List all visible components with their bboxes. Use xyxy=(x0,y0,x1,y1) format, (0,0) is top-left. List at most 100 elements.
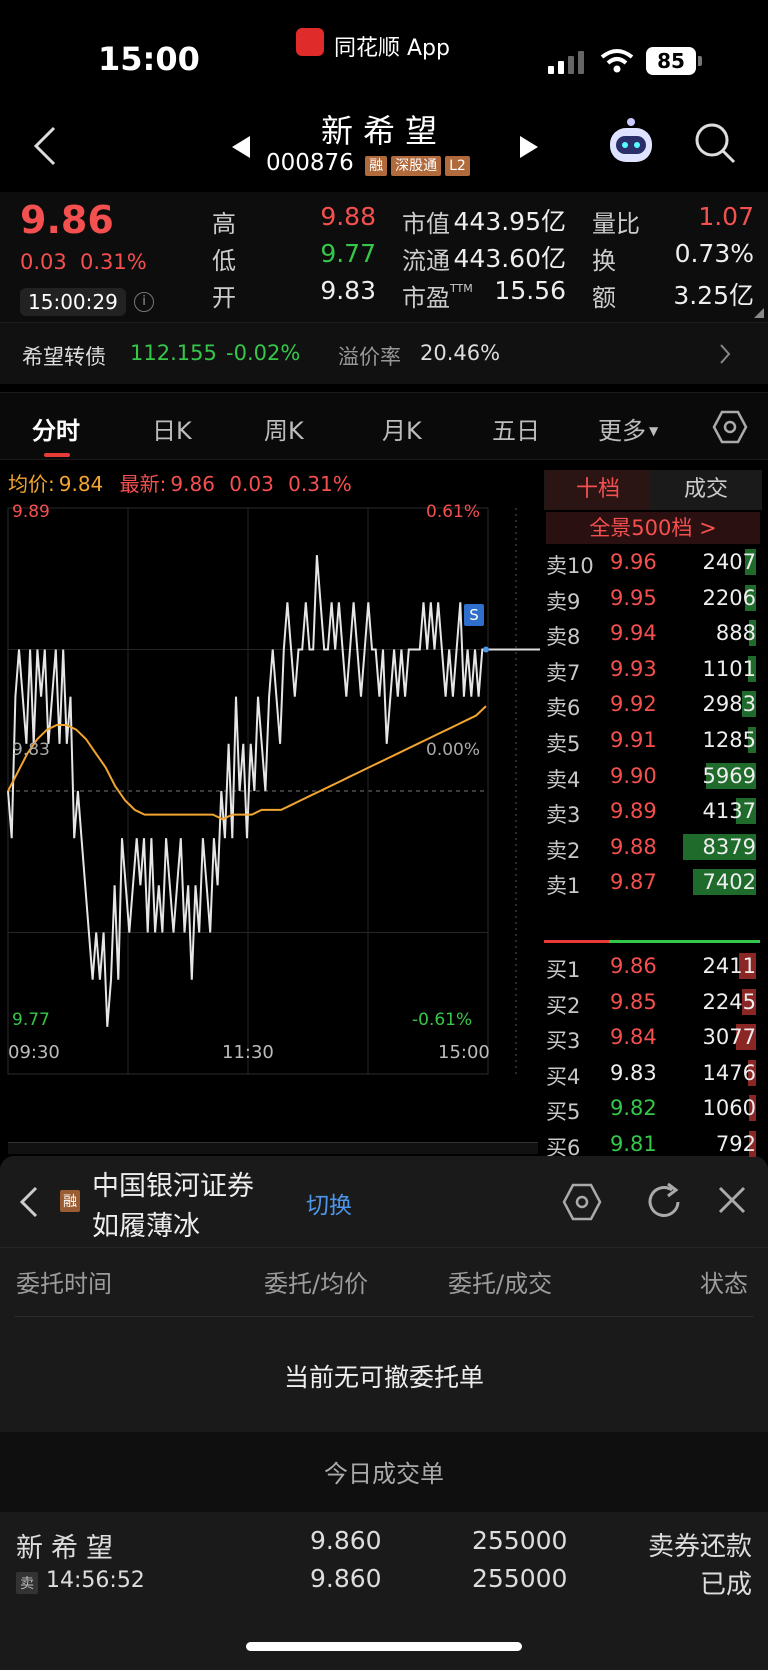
last-price-dot xyxy=(483,646,489,653)
badge-margin: 融 xyxy=(365,156,388,176)
level-label: 卖7 xyxy=(546,660,581,685)
tab-intraday[interactable]: 分时 xyxy=(32,411,80,446)
tab-weekly-k[interactable]: 周K xyxy=(264,411,304,446)
status-bar: 15:00 同花顺 App 85 xyxy=(0,0,768,100)
orderbook-ask-row[interactable]: 卖3 9.89 4137 xyxy=(544,793,760,828)
switch-account-button[interactable]: 切换 xyxy=(306,1186,352,1220)
orderbook-bid-row[interactable]: 买3 9.84 3077 xyxy=(544,1019,760,1054)
trade-order-price: 9.860 xyxy=(310,1526,382,1555)
tab-more[interactable]: 更多 ▼ xyxy=(598,411,658,446)
amount-value: 3.25亿 xyxy=(673,281,754,310)
stock-name: 新希望 xyxy=(320,112,447,150)
level-label: 卖4 xyxy=(546,767,581,792)
prev-stock-icon[interactable] xyxy=(230,134,252,160)
tab-active-indicator xyxy=(44,453,70,457)
orderbook-ask-row[interactable]: 卖10 9.96 2407 xyxy=(544,544,760,579)
y-axis-min-label: 9.77 xyxy=(12,1010,50,1030)
orderbook-ask-row[interactable]: 卖1 9.87 7402 xyxy=(544,864,760,899)
tab-daily-k[interactable]: 日K xyxy=(152,411,192,446)
orderbook-tab-trades[interactable]: 成交 xyxy=(650,470,762,510)
y-axis-right-min-label: -0.61% xyxy=(412,1010,473,1030)
account-name: 如履薄冰 xyxy=(92,1211,200,1242)
y-axis-max-label: 9.89 xyxy=(12,502,50,522)
trade-order-qty: 255000 xyxy=(472,1526,568,1555)
today-trades-title: 今日成交单 xyxy=(324,1460,444,1488)
tab-five-day[interactable]: 五日 xyxy=(492,411,540,446)
level-price: 9.93 xyxy=(610,656,657,681)
price-change-pct: 0.31% xyxy=(80,250,147,274)
market-cap-value: 443.95亿 xyxy=(453,207,566,236)
chart-settings-hexagon-icon[interactable] xyxy=(712,409,748,445)
low-label: 低 xyxy=(212,247,236,275)
panorama-500-banner[interactable]: 全景500档 > xyxy=(546,512,760,544)
assistant-robot-icon[interactable] xyxy=(606,116,656,168)
orderbook-ask-row[interactable]: 卖6 9.92 2983 xyxy=(544,686,760,721)
orderbook-bid-row[interactable]: 买2 9.85 2245 xyxy=(544,984,760,1019)
refresh-icon[interactable] xyxy=(644,1182,684,1222)
tab-monthly-k[interactable]: 月K xyxy=(382,411,422,446)
status-time: 15:00 xyxy=(98,40,200,78)
level-price: 9.91 xyxy=(610,728,657,752)
back-icon[interactable] xyxy=(30,124,60,168)
info-icon[interactable]: i xyxy=(134,292,154,312)
stock-code: 000876 xyxy=(266,150,354,176)
level-volume: 2407 xyxy=(702,550,756,574)
badge-shenzhen-connect: 深股通 xyxy=(391,156,442,176)
convertible-bond-row[interactable]: 希望转债 112.155 -0.02% 溢价率 20.46% xyxy=(0,322,768,384)
turnover-label: 换 xyxy=(592,247,616,275)
level-volume: 5969 xyxy=(702,763,756,788)
panorama-500-label: 全景500档 > xyxy=(589,516,717,540)
latest-pct: 0.31% xyxy=(288,472,352,496)
level-volume: 2245 xyxy=(702,989,756,1014)
orderbook-ask-row[interactable]: 卖4 9.90 5969 xyxy=(544,758,760,793)
latest-change: 0.03 xyxy=(229,472,274,496)
settings-hexagon-icon[interactable] xyxy=(562,1182,602,1222)
stock-code-line: 000876 融深股通 L2 xyxy=(266,150,470,176)
home-indicator xyxy=(246,1642,522,1651)
volume-ratio-value: 1.07 xyxy=(698,202,754,231)
x-axis-open-label: 09:30 xyxy=(8,1042,60,1063)
signal-s-marker[interactable]: S xyxy=(464,604,484,626)
y-axis-right-max-label: 0.61% xyxy=(426,502,481,522)
app-name: 同花顺 App xyxy=(334,36,450,61)
trade-filled-qty: 255000 xyxy=(472,1564,568,1593)
level-volume: 7402 xyxy=(702,870,756,895)
orderbook-ask-row[interactable]: 卖2 9.88 8379 xyxy=(544,829,760,864)
level-label: 卖6 xyxy=(546,696,581,721)
chart-period-tabs: 分时 日K 周K 月K 五日 更多 ▼ xyxy=(0,392,768,460)
search-icon[interactable] xyxy=(692,120,738,166)
level-volume: 2983 xyxy=(702,692,756,717)
orderbook-bid-row[interactable]: 买5 9.82 1060 xyxy=(544,1090,760,1125)
back-icon[interactable] xyxy=(18,1184,40,1220)
intraday-chart[interactable] xyxy=(0,500,544,1080)
app-logo-icon xyxy=(296,28,324,56)
level-volume: 4137 xyxy=(702,799,756,824)
orderbook-ask-row[interactable]: 卖8 9.94 888 xyxy=(544,615,760,650)
close-icon[interactable] xyxy=(716,1184,748,1216)
level-price: 9.90 xyxy=(610,763,657,788)
level-volume: 8379 xyxy=(702,834,756,859)
level-price: 9.85 xyxy=(610,989,657,1014)
trade-row[interactable]: 新希望 卖 14:56:52 9.860 9.860 255000 255000… xyxy=(0,1512,768,1610)
broker-row: 融 中国银河证券 如履薄冰 切换 xyxy=(0,1156,768,1248)
bond-premium-value: 20.46% xyxy=(420,341,501,365)
battery-tip-icon xyxy=(698,56,702,66)
orderbook-ask-row[interactable]: 卖7 9.93 1101 xyxy=(544,651,760,686)
col-order-filled: 委托/成交 xyxy=(448,1270,553,1298)
level-price: 9.87 xyxy=(610,870,657,895)
orderbook-tab-level10[interactable]: 十档 xyxy=(546,470,650,510)
orderbook-bid-row[interactable]: 买4 9.83 1476 xyxy=(544,1055,760,1090)
level-volume: 792 xyxy=(715,1132,756,1156)
orderbook-bid-row[interactable]: 买1 9.86 2411 xyxy=(544,948,760,983)
broker-name: 中国银河证券 xyxy=(92,1171,254,1202)
level-label: 买1 xyxy=(546,958,581,982)
next-stock-icon[interactable] xyxy=(518,134,540,160)
level-volume: 2206 xyxy=(702,585,756,610)
bond-name: 希望转债 xyxy=(22,345,106,369)
y-axis-right-mid-label: 0.00% xyxy=(426,740,481,760)
orderbook-ask-row[interactable]: 卖9 9.95 2206 xyxy=(544,580,760,615)
orderbook-ask-row[interactable]: 卖5 9.91 1285 xyxy=(544,722,760,757)
orderbook-spread-divider xyxy=(544,940,760,943)
level-label: 卖2 xyxy=(546,838,581,863)
expand-corner-icon[interactable] xyxy=(754,308,764,318)
